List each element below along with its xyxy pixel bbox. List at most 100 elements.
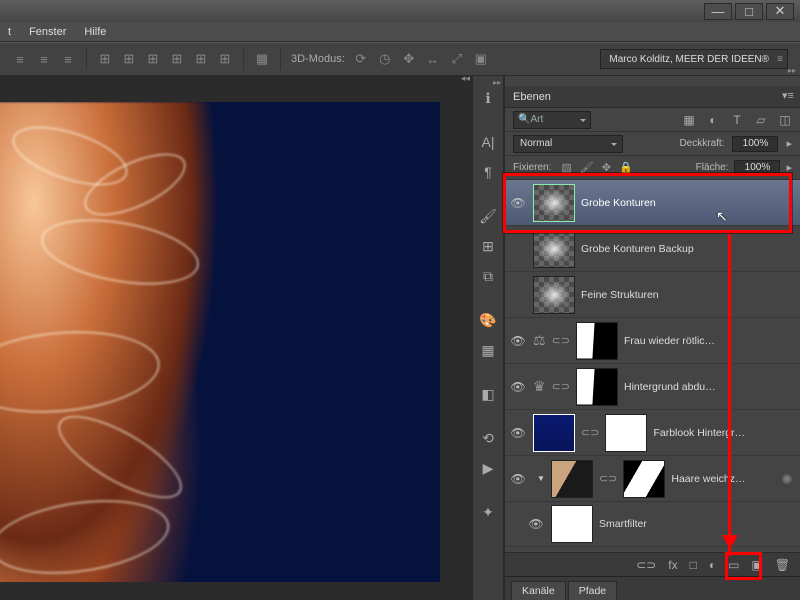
layer-thumbnail[interactable] <box>533 414 575 452</box>
collapse-handle-icon[interactable]: ◂◂ <box>461 76 470 84</box>
layer-row[interactable]: 👁 ⊂⊃ Farblook Hintergr… <box>505 410 800 456</box>
filter-adjust-icon[interactable]: ◐ <box>706 113 720 127</box>
visibility-toggle[interactable]: 👁 <box>519 552 537 553</box>
link-icon: ⊂⊃ <box>552 380 570 393</box>
visibility-toggle[interactable]: 👁 <box>509 334 527 348</box>
opacity-value[interactable]: 100% <box>732 136 778 152</box>
adjustments-icon[interactable]: ◧ <box>478 384 498 404</box>
swatch-icon[interactable]: ⊞ <box>478 236 498 256</box>
layer-thumbnail[interactable] <box>533 276 575 314</box>
add-mask-icon[interactable]: □ <box>690 558 697 572</box>
color-icon[interactable]: 🎨 <box>478 310 498 330</box>
delete-layer-icon[interactable]: 🗑 <box>775 558 790 572</box>
actions-icon[interactable]: ▶ <box>478 458 498 478</box>
3d-orbit-icon[interactable]: ⟳ <box>353 51 369 67</box>
expand-toggle-icon[interactable]: ▼ <box>533 474 545 483</box>
new-adjustment-icon[interactable]: ◐ <box>709 558 716 572</box>
distribute-top-icon[interactable]: ⊞ <box>97 51 113 67</box>
3d-scale-icon[interactable]: ⤢ <box>449 51 465 67</box>
kind-label: Art <box>530 114 543 125</box>
visibility-toggle[interactable]: 👁 <box>509 426 527 440</box>
opacity-flyout-icon[interactable]: ▸ <box>786 137 792 150</box>
filter-mask-thumbnail[interactable] <box>551 505 593 543</box>
navigator-icon[interactable]: ✦ <box>478 502 498 522</box>
collapse-panel-icon[interactable]: ▸▸ <box>788 66 796 75</box>
menu-item-hilfe[interactable]: Hilfe <box>84 26 106 38</box>
distribute-vcenter-icon[interactable]: ⊞ <box>121 51 137 67</box>
character-icon[interactable]: A| <box>478 132 498 152</box>
3d-pan-icon[interactable]: ✥ <box>401 51 417 67</box>
link-icon: ⊂⊃ <box>552 334 570 347</box>
fill-label: Fläche: <box>696 162 729 173</box>
layer-name[interactable]: Frau wieder rötlic… <box>624 335 715 347</box>
layer-row[interactable]: 👁 ♛ ⊂⊃ Hintergrund abdu… <box>505 364 800 410</box>
user-account-menu[interactable]: Marco Kolditz, MEER DER IDEEN® <box>600 49 788 69</box>
close-button[interactable]: ✕ <box>766 3 794 20</box>
visibility-toggle[interactable]: 👁 <box>509 380 527 394</box>
canvas-artwork-strokes <box>0 102 440 582</box>
blend-mode-select[interactable]: Normal <box>513 135 623 153</box>
paragraph-icon[interactable]: ¶ <box>478 162 498 182</box>
3d-camera-icon[interactable]: ▣ <box>473 51 489 67</box>
layer-mask-thumbnail[interactable] <box>576 322 618 360</box>
layer-row[interactable]: Feine Strukturen <box>505 272 800 318</box>
layer-name[interactable]: Grobe Konturen Backup <box>581 243 694 255</box>
menu-bar: t Fenster Hilfe <box>0 22 800 42</box>
mode-3d-label: 3D-Modus: <box>291 53 345 65</box>
filter-smart-icon[interactable]: ◫ <box>778 113 792 127</box>
menu-item-fenster[interactable]: Fenster <box>29 26 66 38</box>
minimize-button[interactable]: — <box>704 3 732 20</box>
brush-icon[interactable]: 🖌 <box>478 206 498 226</box>
layer-name[interactable]: Hintergrund abdu… <box>624 381 716 393</box>
fx-icon[interactable]: fx <box>668 558 677 572</box>
smart-object-badge-icon <box>782 474 792 484</box>
layer-name[interactable]: Haare weichz… <box>671 473 745 485</box>
layer-thumbnail[interactable] <box>551 460 593 498</box>
layer-mask-thumbnail[interactable] <box>605 414 647 452</box>
layer-mask-thumbnail[interactable] <box>576 368 618 406</box>
layer-row[interactable]: 👁 ⚖ ⊂⊃ Frau wieder rötlic… <box>505 318 800 364</box>
distribute-left-icon[interactable]: ⊞ <box>169 51 185 67</box>
layer-filter-kind[interactable]: 🔍 Art <box>513 111 591 129</box>
filter-type-icon[interactable]: T <box>730 113 744 127</box>
layer-thumbnail[interactable] <box>533 230 575 268</box>
link-icon: ⊂⊃ <box>581 426 599 439</box>
expand-dock-icon[interactable]: ▸▸ <box>493 78 501 87</box>
smartfilter-row[interactable]: 👁 Smartfilter <box>505 502 800 547</box>
visibility-toggle[interactable]: 👁 <box>527 517 545 531</box>
tab-paths[interactable]: Pfade <box>568 581 617 600</box>
align-left-icon[interactable]: ≡ <box>12 51 28 67</box>
distribute-bottom-icon[interactable]: ⊞ <box>145 51 161 67</box>
3d-roll-icon[interactable]: ◷ <box>377 51 393 67</box>
visibility-toggle[interactable]: 👁 <box>509 472 527 486</box>
curves-icon: ♛ <box>533 378 546 395</box>
panel-menu-icon[interactable]: ▾≡ <box>782 89 796 103</box>
lock-label: Fixieren: <box>513 162 551 173</box>
layer-row[interactable]: 👁 ▼ ⊂⊃ Haare weichz… <box>505 456 800 502</box>
menu-item-truncated[interactable]: t <box>8 26 11 38</box>
clone-source-icon[interactable]: ⧉ <box>478 266 498 286</box>
align-center-icon[interactable]: ≡ <box>36 51 52 67</box>
link-icon: ⊂⊃ <box>599 472 617 485</box>
annotation-arrow <box>728 234 731 556</box>
tab-channels[interactable]: Kanäle <box>511 581 566 600</box>
3d-slide-icon[interactable]: ↔ <box>425 51 441 67</box>
canvas-area[interactable]: ◂◂ <box>0 76 472 600</box>
tab-layers[interactable]: Ebenen <box>513 91 551 103</box>
auto-align-icon[interactable]: ▦ <box>254 51 270 67</box>
layer-name[interactable]: Farblook Hintergr… <box>653 427 745 439</box>
styles-icon[interactable]: ▦ <box>478 340 498 360</box>
history-icon[interactable]: ⟲ <box>478 428 498 448</box>
distribute-hcenter-icon[interactable]: ⊞ <box>193 51 209 67</box>
maximize-button[interactable]: □ <box>735 3 763 20</box>
layers-list: 👁 Grobe Konturen Grobe Konturen Backup F… <box>505 180 800 552</box>
info-icon[interactable]: ℹ <box>478 88 498 108</box>
filter-shape-icon[interactable]: ▱ <box>754 113 768 127</box>
distribute-right-icon[interactable]: ⊞ <box>217 51 233 67</box>
filter-pixel-icon[interactable]: ▦ <box>682 113 696 127</box>
link-layers-icon[interactable]: ⊂⊃ <box>636 558 656 572</box>
balance-icon: ⚖ <box>533 332 546 349</box>
layer-mask-thumbnail[interactable] <box>623 460 665 498</box>
align-right-icon[interactable]: ≡ <box>60 51 76 67</box>
layer-name[interactable]: Feine Strukturen <box>581 289 659 301</box>
